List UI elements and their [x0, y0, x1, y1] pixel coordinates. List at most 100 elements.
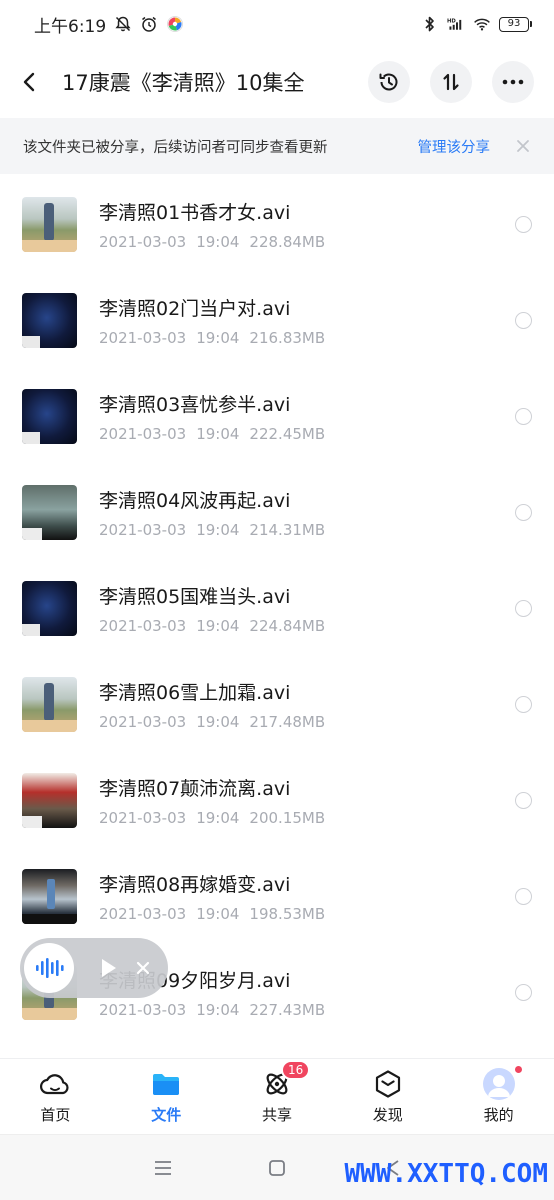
file-time: 19:04	[196, 328, 240, 347]
close-icon	[136, 961, 150, 975]
history-clock-icon	[379, 73, 398, 91]
select-radio[interactable]	[515, 695, 532, 713]
tab-label: 文件	[151, 1106, 182, 1124]
file-date: 2021-03-03	[99, 808, 187, 827]
wifi-icon	[473, 15, 491, 33]
file-name: 李清照01书香才女.avi	[99, 201, 291, 224]
file-name: 李清照04风波再起.avi	[99, 489, 291, 512]
select-radio[interactable]	[515, 311, 532, 329]
file-size: 216.83MB	[249, 328, 326, 347]
file-date: 2021-03-03	[99, 424, 187, 443]
notification-dot	[512, 1064, 524, 1075]
history-button[interactable]	[368, 61, 410, 103]
back-arrow-icon	[23, 72, 35, 92]
battery-level: 93	[499, 16, 529, 32]
video-thumbnail	[22, 484, 77, 540]
file-size: 222.45MB	[249, 424, 326, 443]
app-notification-icon	[166, 15, 184, 33]
file-size: 227.43MB	[249, 1000, 326, 1019]
file-meta: 2021-03-03 19:04 216.83MB	[99, 329, 515, 347]
page-title: 17康震《李清照》10集全	[62, 71, 305, 95]
video-thumbnail	[22, 868, 77, 924]
file-info: 李清照01书香才女.avi 2021-03-03 19:04 228.84MB	[99, 198, 515, 251]
file-meta: 2021-03-03 19:04 214.31MB	[99, 521, 515, 539]
sort-button[interactable]	[430, 61, 472, 103]
tab-me[interactable]: 我的	[443, 1059, 554, 1134]
battery-icon: 93	[499, 16, 532, 32]
file-row[interactable]: 李清照08再嫁婚变.avi 2021-03-03 19:04 198.53MB	[0, 848, 554, 944]
file-time: 19:04	[196, 520, 240, 539]
file-size: 217.48MB	[249, 712, 326, 731]
file-info: 李清照04风波再起.avi 2021-03-03 19:04 214.31MB	[99, 486, 515, 539]
file-time: 19:04	[196, 616, 240, 635]
status-left: 上午6:19	[34, 12, 184, 37]
file-row[interactable]: 李清照06雪上加霜.avi 2021-03-03 19:04 217.48MB	[0, 656, 554, 752]
file-date: 2021-03-03	[99, 328, 187, 347]
file-info: 李清照08再嫁婚变.avi 2021-03-03 19:04 198.53MB	[99, 870, 515, 923]
floating-audio-player[interactable]	[20, 938, 168, 998]
tab-label: 发现	[372, 1106, 403, 1124]
file-list: 李清照01书香才女.avi 2021-03-03 19:04 228.84MB 李清照0…	[0, 176, 554, 1040]
select-radio[interactable]	[515, 599, 532, 617]
file-meta: 2021-03-03 19:04 227.43MB	[99, 1001, 515, 1019]
tab-label: 我的	[483, 1106, 514, 1124]
file-info: 李清照03喜忧参半.avi 2021-03-03 19:04 222.45MB	[99, 390, 515, 443]
file-size: 198.53MB	[249, 904, 326, 923]
play-icon	[102, 959, 116, 977]
file-row[interactable]: 李清照01书香才女.avi 2021-03-03 19:04 228.84MB	[0, 176, 554, 272]
folder-icon	[150, 1068, 182, 1100]
file-name: 李清照07颠沛流离.avi	[99, 777, 291, 800]
file-row[interactable]: 李清照02门当户对.avi 2021-03-03 19:04 216.83MB	[0, 272, 554, 368]
file-name: 李清照02门当户对.avi	[99, 297, 291, 320]
file-row[interactable]: 李清照04风波再起.avi 2021-03-03 19:04 214.31MB	[0, 464, 554, 560]
tab-discover[interactable]: 发现	[332, 1059, 443, 1134]
file-row[interactable]: 李清照05国难当头.avi 2021-03-03 19:04 224.84MB	[0, 560, 554, 656]
file-info: 李清照05国难当头.avi 2021-03-03 19:04 224.84MB	[99, 582, 515, 635]
file-info: 李清照02门当户对.avi 2021-03-03 19:04 216.83MB	[99, 294, 515, 347]
bluetooth-icon	[421, 15, 439, 33]
home-button[interactable]	[266, 1157, 288, 1179]
video-thumbnail	[22, 676, 77, 732]
file-time: 19:04	[196, 424, 240, 443]
avatar-wrap	[482, 1064, 524, 1100]
select-radio[interactable]	[515, 407, 532, 425]
menu-button[interactable]	[152, 1157, 174, 1179]
tab-home[interactable]: 首页	[0, 1059, 111, 1134]
select-radio[interactable]	[515, 503, 532, 521]
share-orbit-icon: 16	[261, 1060, 311, 1100]
file-time: 19:04	[196, 1000, 240, 1019]
file-name: 李清照05国难当头.avi	[99, 585, 291, 608]
select-radio[interactable]	[515, 215, 532, 233]
play-button[interactable]	[98, 956, 120, 980]
select-radio[interactable]	[515, 983, 532, 1001]
video-thumbnail	[22, 580, 77, 636]
tab-files[interactable]: 文件	[111, 1059, 222, 1134]
file-size: 224.84MB	[249, 616, 326, 635]
select-radio[interactable]	[515, 887, 532, 905]
menu-lines-icon	[155, 1161, 171, 1175]
file-time: 19:04	[196, 712, 240, 731]
banner-close-button[interactable]	[514, 137, 532, 155]
file-row[interactable]: 李清照07颠沛流离.avi 2021-03-03 19:04 200.15MB	[0, 752, 554, 848]
player-close-button[interactable]	[134, 959, 152, 977]
cloud-icon	[39, 1068, 71, 1100]
file-meta: 2021-03-03 19:04 200.15MB	[99, 809, 515, 827]
audio-wave-button[interactable]	[24, 943, 74, 993]
manage-share-link[interactable]: 管理该分享	[418, 136, 491, 157]
home-square-icon	[269, 1160, 285, 1176]
tab-share[interactable]: 16 共享	[222, 1059, 333, 1134]
file-row[interactable]: 李清照03喜忧参半.avi 2021-03-03 19:04 222.45MB	[0, 368, 554, 464]
status-bar: 上午6:19 HD 93	[0, 0, 554, 48]
select-radio[interactable]	[515, 791, 532, 809]
video-thumbnail	[22, 292, 77, 348]
sort-arrows-icon	[443, 73, 459, 91]
video-thumbnail	[22, 772, 77, 828]
back-button[interactable]	[22, 62, 48, 102]
bottom-tab-bar: 首页 文件 16 共享 发现 我的	[0, 1058, 554, 1134]
file-time: 19:04	[196, 232, 240, 251]
status-right: HD 93	[421, 15, 532, 33]
share-badge: 16	[280, 1060, 311, 1080]
mute-bell-icon	[114, 15, 132, 33]
file-date: 2021-03-03	[99, 712, 187, 731]
more-button[interactable]	[492, 61, 534, 103]
